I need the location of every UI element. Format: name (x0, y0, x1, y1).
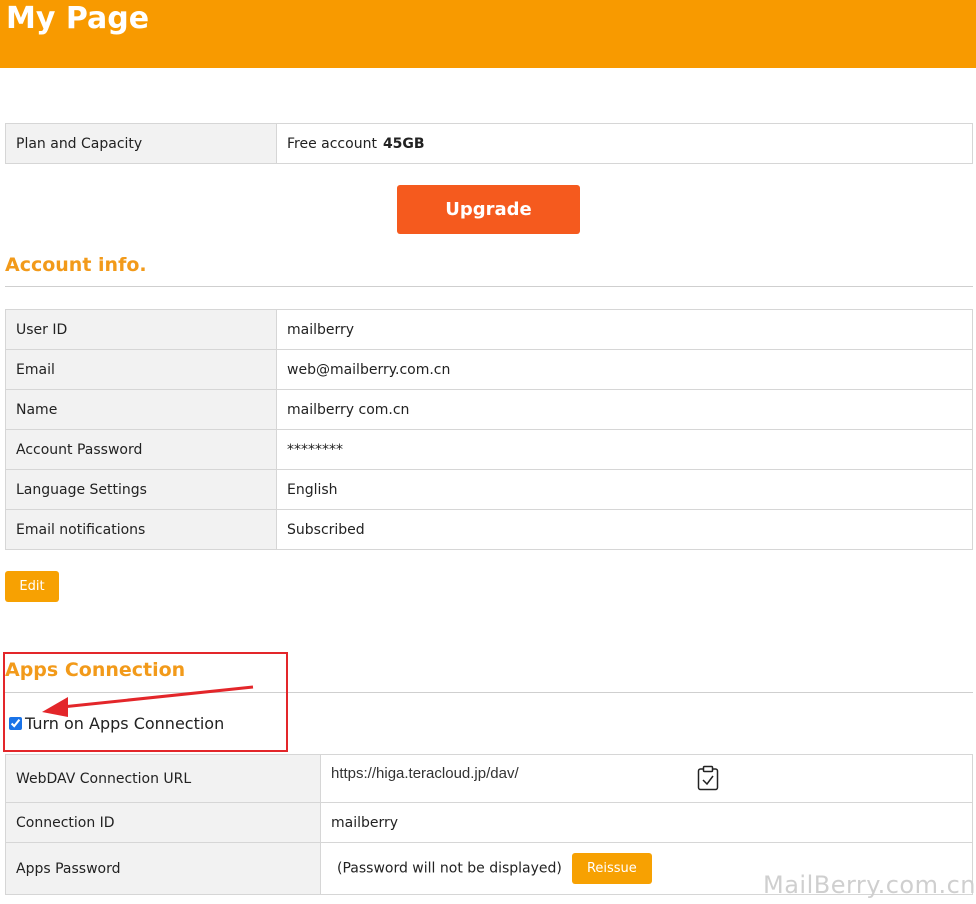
email-label: Email (5, 349, 277, 390)
page-header: My Page (0, 0, 976, 68)
password-value: ******** (276, 429, 973, 470)
plan-account-type: Free account (287, 135, 377, 152)
connection-id-value: mailberry (320, 802, 973, 843)
clipboard-check-icon[interactable] (697, 765, 719, 791)
reissue-button[interactable]: Reissue (571, 853, 652, 884)
plan-capacity: 45GB (382, 135, 425, 152)
account-divider (5, 286, 973, 287)
upgrade-button[interactable]: Upgrade (397, 185, 580, 234)
webdav-url: https://higa.teracloud.jp/dav/ (331, 765, 519, 782)
plan-label: Plan and Capacity (5, 123, 277, 164)
webdav-url-cell: https://higa.teracloud.jp/dav/ (320, 754, 973, 803)
plan-value: Free account 45GB (276, 123, 973, 164)
connection-id-label: Connection ID (5, 802, 321, 843)
table-row: Connection ID mailberry (5, 802, 973, 843)
table-row: WebDAV Connection URL https://higa.terac… (5, 754, 973, 803)
user-id-value: mailberry (276, 309, 973, 350)
table-row: Language Settings English (5, 469, 973, 510)
watermark-text: MailBerry.com.cn (763, 871, 976, 899)
password-label: Account Password (5, 429, 277, 470)
table-row: Name mailberry com.cn (5, 389, 973, 430)
apps-password-note: (Password will not be displayed) (337, 860, 562, 877)
table-row: Email web@mailberry.com.cn (5, 349, 973, 390)
apps-password-label: Apps Password (5, 842, 321, 895)
language-value: English (276, 469, 973, 510)
table-row: Email notifications Subscribed (5, 509, 973, 550)
notifications-label: Email notifications (5, 509, 277, 550)
name-value: mailberry com.cn (276, 389, 973, 430)
user-id-label: User ID (5, 309, 277, 350)
webdav-label: WebDAV Connection URL (5, 754, 321, 803)
notifications-value: Subscribed (276, 509, 973, 550)
account-table: User ID mailberry Email web@mailberry.co… (5, 309, 973, 550)
email-value: web@mailberry.com.cn (276, 349, 973, 390)
account-info-title: Account info. (5, 254, 147, 276)
name-label: Name (5, 389, 277, 430)
plan-row: Plan and Capacity Free account 45GB (5, 123, 973, 164)
table-row: User ID mailberry (5, 309, 973, 350)
plan-table: Plan and Capacity Free account 45GB (5, 123, 973, 164)
language-label: Language Settings (5, 469, 277, 510)
highlight-box (3, 652, 288, 752)
edit-button[interactable]: Edit (5, 571, 59, 602)
table-row: Account Password ******** (5, 429, 973, 470)
page-title: My Page (6, 1, 150, 36)
